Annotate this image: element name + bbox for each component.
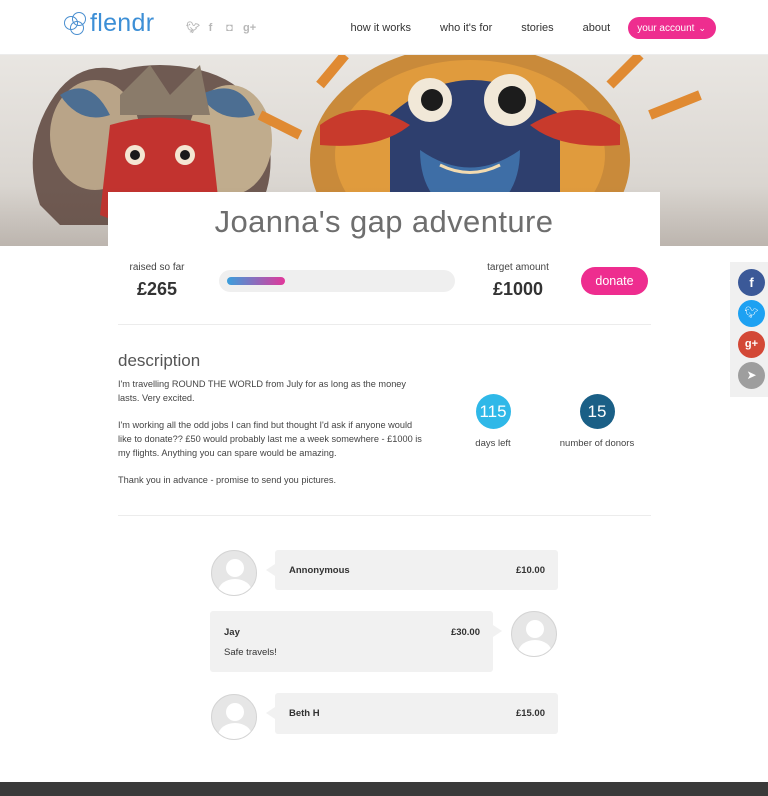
donor-name: Annonymous xyxy=(289,565,350,576)
funding-progress-fill xyxy=(227,277,285,285)
divider xyxy=(118,324,651,325)
divider xyxy=(118,515,651,516)
twitter-icon[interactable]: 🐦︎ xyxy=(186,21,200,35)
raised-value: £265 xyxy=(136,279,178,299)
donation-card: Jay £30.00 Safe travels! xyxy=(210,611,502,672)
donors-label: number of donors xyxy=(559,438,635,449)
avatar xyxy=(511,611,557,657)
instagram-icon[interactable]: ◘ xyxy=(224,21,235,35)
raised-so-far: raised so far £265 xyxy=(118,262,196,300)
main-nav: how it works who it's for stories about … xyxy=(350,17,716,39)
google-plus-icon[interactable]: g+ xyxy=(243,21,256,35)
facebook-icon[interactable]: f xyxy=(738,269,765,296)
target-label: target amount xyxy=(487,262,549,273)
nav-about[interactable]: about xyxy=(583,18,611,38)
description-text: I'm travelling ROUND THE WORLD from July… xyxy=(118,377,423,500)
facebook-icon[interactable]: f xyxy=(205,21,216,35)
flendr-logo[interactable]: flendr xyxy=(64,9,154,38)
target-value: £1000 xyxy=(492,279,544,299)
donation-amount: £30.00 xyxy=(450,627,480,638)
description-heading: description xyxy=(118,351,201,370)
page-title: Joanna's gap adventure xyxy=(214,204,554,239)
google-plus-icon[interactable]: g+ xyxy=(738,331,765,358)
account-label: your account xyxy=(637,22,695,34)
donation-amount: £15.00 xyxy=(515,708,545,719)
site-header: flendr 🐦︎ f ◘ g+ how it works who it's f… xyxy=(0,0,768,55)
funding-progress-bar xyxy=(219,270,455,292)
description-paragraph: I'm travelling ROUND THE WORLD from July… xyxy=(118,379,407,403)
nav-how-it-works[interactable]: how it works xyxy=(350,18,411,38)
twitter-icon[interactable]: 🐦︎ xyxy=(738,300,765,327)
donation-card: Beth H £15.00 xyxy=(266,693,558,734)
nav-stories[interactable]: stories xyxy=(521,18,553,38)
your-account-button[interactable]: your account ⌄ xyxy=(628,17,716,39)
description-paragraph: I'm working all the odd jobs I can find … xyxy=(118,420,422,458)
description-paragraph: Thank you in advance - promise to send y… xyxy=(118,475,337,485)
donor-name: Jay xyxy=(224,627,240,638)
donation-message: Safe travels! xyxy=(224,647,277,658)
logo-text: flendr xyxy=(90,9,155,37)
donor-name: Beth H xyxy=(289,708,320,719)
days-left-stat: 115 days left xyxy=(438,394,548,449)
logo-circles-icon xyxy=(64,11,88,36)
donors-stat: 15 number of donors xyxy=(542,394,652,449)
header-social-links: 🐦︎ f ◘ g+ xyxy=(186,21,256,35)
donation-amount: £10.00 xyxy=(515,565,545,576)
days-left-circle: 115 xyxy=(475,394,511,429)
avatar xyxy=(211,550,257,596)
raised-label: raised so far xyxy=(129,262,185,273)
donors-circle: 15 xyxy=(579,394,615,429)
days-left-label: days left xyxy=(475,438,511,449)
send-icon[interactable]: ➤ xyxy=(738,362,765,389)
target-amount: target amount £1000 xyxy=(478,262,558,300)
chevron-down-icon: ⌄ xyxy=(698,22,706,33)
nav-who-its-for[interactable]: who it's for xyxy=(440,18,492,38)
donation-card: Annonymous £10.00 xyxy=(266,550,558,590)
avatar xyxy=(211,694,257,740)
donate-button[interactable]: donate xyxy=(581,267,648,295)
site-footer xyxy=(0,782,768,796)
campaign-title-card: Joanna's gap adventure xyxy=(108,192,660,248)
